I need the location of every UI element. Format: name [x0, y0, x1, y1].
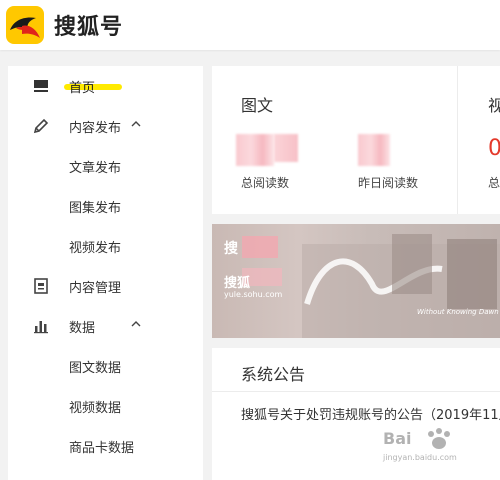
- brand-title: 搜狐号: [54, 15, 124, 40]
- yesterday-reads-value-blurred: [358, 134, 390, 166]
- stats-card: 图文 总阅读数 昨日阅读数 视 0 总: [212, 66, 500, 214]
- sidebar: 首页 内容发布 文章发布 图集发布 视频发布 内容管理 数据 图文数据 视频数据…: [8, 66, 203, 480]
- total-reads-value-blurred: [236, 134, 274, 166]
- sidebar-item-video-data[interactable]: 视频数据: [8, 386, 203, 426]
- sidebar-item-data[interactable]: 数据: [8, 306, 203, 346]
- sidebar-item-home[interactable]: 首页: [8, 66, 203, 106]
- watermark-text: Bai: [383, 429, 412, 448]
- sidebar-item-label: 数据: [69, 321, 96, 336]
- system-notice-title: 系统公告: [241, 365, 306, 384]
- yesterday-reads-label: 昨日阅读数: [358, 176, 419, 190]
- total-reads-value-blurred: [274, 134, 298, 162]
- pencil-icon: [33, 118, 49, 134]
- sidebar-item-gallery-publish[interactable]: 图集发布: [8, 186, 203, 226]
- stats-divider: [457, 66, 458, 214]
- video-stats-title: 视: [488, 96, 500, 115]
- sidebar-item-article-data[interactable]: 图文数据: [8, 346, 203, 386]
- video-stats-value: 0: [488, 136, 500, 161]
- banner-tagline: Without Knowing Dawn: [417, 308, 499, 316]
- chevron-up-icon[interactable]: [131, 319, 141, 329]
- bar-chart-icon: [34, 321, 48, 334]
- watermark-sub: jingyan.baidu.com: [383, 453, 457, 462]
- total-reads-label: 总阅读数: [241, 176, 290, 190]
- top-bar: 搜狐号: [0, 0, 500, 50]
- banner-headline-1: 搜: [224, 241, 238, 257]
- sidebar-item-label: 视频数据: [69, 401, 122, 416]
- document-icon: [34, 278, 48, 294]
- article-stats-title: 图文: [241, 96, 274, 115]
- sidebar-item-label: 商品卡数据: [69, 441, 135, 456]
- banner-domain: yule.sohu.com: [224, 290, 283, 299]
- sidebar-item-label: 图文数据: [69, 361, 122, 376]
- sidebar-item-label: 图集发布: [69, 201, 122, 216]
- video-stats-label: 总: [488, 176, 500, 190]
- banner-headline-2: 搜狐: [224, 276, 251, 291]
- sidebar-item-product-card-data[interactable]: 商品卡数据: [8, 426, 203, 466]
- sidebar-item-content-manage[interactable]: 内容管理: [8, 266, 203, 306]
- sohu-fox-logo[interactable]: [6, 6, 44, 44]
- fox-icon: [10, 17, 40, 38]
- baidu-jingyan-watermark: Bai jingyan.baidu.com: [383, 425, 493, 465]
- sidebar-item-content-publish[interactable]: 内容发布: [8, 106, 203, 146]
- chevron-up-icon[interactable]: [131, 119, 141, 129]
- sidebar-item-label: 视频发布: [69, 241, 122, 256]
- notice-link[interactable]: 搜狐号关于处罚违规账号的公告（2019年11月: [241, 404, 500, 423]
- notice-divider: [212, 391, 500, 392]
- sidebar-item-article-publish[interactable]: 文章发布: [8, 146, 203, 186]
- promo-banner[interactable]: 搜 搜狐 yule.sohu.com Without Knowing Dawn: [212, 224, 500, 338]
- sidebar-item-label: 内容发布: [69, 121, 122, 136]
- sidebar-item-label: 内容管理: [69, 281, 122, 296]
- sidebar-item-label: 文章发布: [69, 161, 122, 176]
- banner-artwork: [242, 234, 500, 338]
- monitor-icon: [34, 80, 48, 92]
- sidebar-item-label: 首页: [69, 81, 96, 96]
- sidebar-item-video-publish[interactable]: 视频发布: [8, 226, 203, 266]
